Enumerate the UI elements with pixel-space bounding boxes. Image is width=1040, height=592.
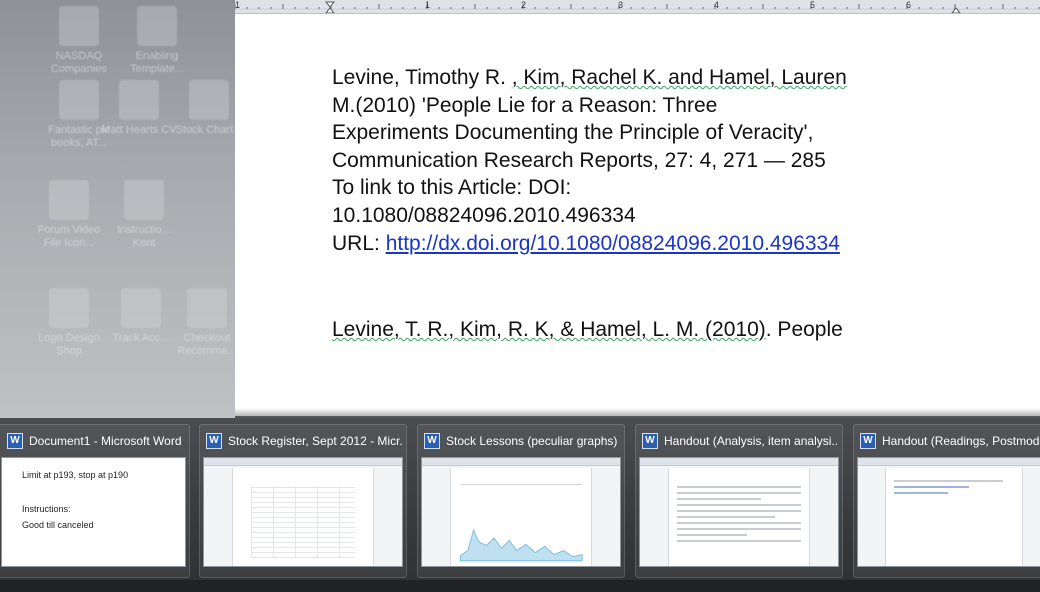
spellcheck-squiggle: , Kim, Rachel K. and Hamel, Lauren: [511, 66, 847, 89]
ruler-number: 1: [425, 0, 431, 10]
page-shadow: [235, 408, 1040, 418]
desktop-icon[interactable]: Instructio... Kent: [105, 180, 183, 250]
desktop-background: NASDAQ Companies Enabling Template... Fa…: [0, 0, 235, 420]
citation-line: M.(2010) 'People Lie for a Reason: Three: [332, 93, 718, 117]
window-preview: [857, 457, 1040, 567]
logo-icon: [49, 288, 89, 328]
citation-apa-line[interactable]: Levine, T. R., Kim, R. K, & Hamel, L. M.…: [332, 318, 843, 342]
ruler-number: 5: [810, 0, 816, 10]
thumbnail-title: Document1 - Microsoft Word n...: [29, 434, 185, 448]
desktop-icon[interactable]: Enabling Template...: [118, 6, 196, 76]
thumbnail-title: Handout (Analysis, item analysi...: [664, 434, 838, 448]
document-page[interactable]: Levine, Timothy R. , Kim, Rachel K. and …: [235, 14, 1040, 416]
text-preview: [667, 468, 811, 566]
ruler-number: 1: [235, 0, 241, 10]
file-icon: [137, 6, 177, 46]
taskbar-edge: [0, 580, 1040, 592]
citation-line: To link to this Article: DOI:: [332, 176, 572, 200]
citation-block[interactable]: Levine, Timothy R. , Kim, Rachel K. and …: [332, 64, 952, 257]
window-preview: Limit at p193, stop at p190 Instructions…: [1, 457, 186, 567]
file-icon: [49, 180, 89, 220]
file-icon: [187, 288, 227, 328]
file-icon: [189, 80, 229, 120]
horizontal-ruler[interactable]: 1 1 2 3 4 5 6: [235, 0, 1040, 14]
thumbnail-title: Stock Lessons (peculiar graphs) ...: [446, 434, 620, 448]
window-preview: [421, 457, 621, 567]
word-icon: W: [642, 433, 658, 449]
desktop-icon[interactable]: NASDAQ Companies: [40, 6, 118, 76]
file-icon: [119, 80, 159, 120]
citation-line: Experiments Documenting the Principle of…: [332, 121, 814, 145]
window-preview: [203, 457, 403, 567]
ruler-number: 3: [618, 0, 624, 10]
ruler-number: 4: [714, 0, 720, 10]
word-icon: W: [424, 433, 440, 449]
ruler-number: 2: [521, 0, 527, 10]
word-icon: W: [206, 433, 222, 449]
taskbar-thumbnail[interactable]: W Handout (Analysis, item analysi...: [635, 424, 843, 578]
word-icon: W: [860, 433, 876, 449]
taskbar-thumbnail-strip: W Document1 - Microsoft Word n... Limit …: [0, 418, 1040, 592]
window-preview: [639, 457, 839, 567]
taskbar-thumbnail[interactable]: W Document1 - Microsoft Word n... Limit …: [0, 424, 190, 578]
text-preview: [884, 468, 1024, 566]
citation-url-line: URL: http://dx.doi.org/10.1080/08824096.…: [332, 231, 840, 255]
citation-line: Levine, Timothy R. , Kim, Rachel K. and …: [332, 66, 847, 89]
graph-preview: [459, 484, 583, 562]
word-icon: W: [7, 433, 23, 449]
spellcheck-squiggle: Levine, T. R., Kim, R. K, & Hamel, L. M.…: [332, 318, 766, 341]
taskbar-thumbnail[interactable]: W Stock Register, Sept 2012 - Micr...: [199, 424, 407, 578]
desktop-icon[interactable]: Stock Chart...: [170, 80, 235, 137]
file-icon: [124, 180, 164, 220]
thumbnail-title: Handout (Readings, Postmode...: [882, 434, 1040, 448]
taskbar-thumbnail[interactable]: W Handout (Readings, Postmode...: [853, 424, 1040, 578]
file-icon: [59, 80, 99, 120]
file-icon: [121, 288, 161, 328]
ruler-ticks: [235, 1, 1040, 13]
desktop-icon[interactable]: Logo Design Shop: [30, 288, 108, 358]
thumbnail-title: Stock Register, Sept 2012 - Micr...: [228, 434, 402, 448]
first-line-indent-marker: [324, 1, 336, 8]
preview-text: Instructions:: [22, 504, 71, 514]
desktop-icon[interactable]: Forum Video File Icon...: [30, 180, 108, 250]
taskbar-thumbnail[interactable]: W Stock Lessons (peculiar graphs) ...: [417, 424, 625, 578]
ruler-number: 6: [906, 0, 912, 10]
preview-text: Good till canceled: [22, 520, 94, 530]
table-preview: [250, 486, 356, 558]
citation-line: 10.1080/08824096.2010.496334: [332, 203, 636, 227]
file-icon: [59, 6, 99, 46]
preview-text: Limit at p193, stop at p190: [22, 470, 129, 480]
doi-link[interactable]: http://dx.doi.org/10.1080/08824096.2010.…: [386, 232, 840, 255]
desktop-icon[interactable]: Matt Hearts CV: [100, 80, 178, 137]
citation-line: Communication Research Reports, 27: 4, 2…: [332, 148, 826, 172]
desktop-icon[interactable]: Checkout Recomme...: [168, 288, 235, 358]
